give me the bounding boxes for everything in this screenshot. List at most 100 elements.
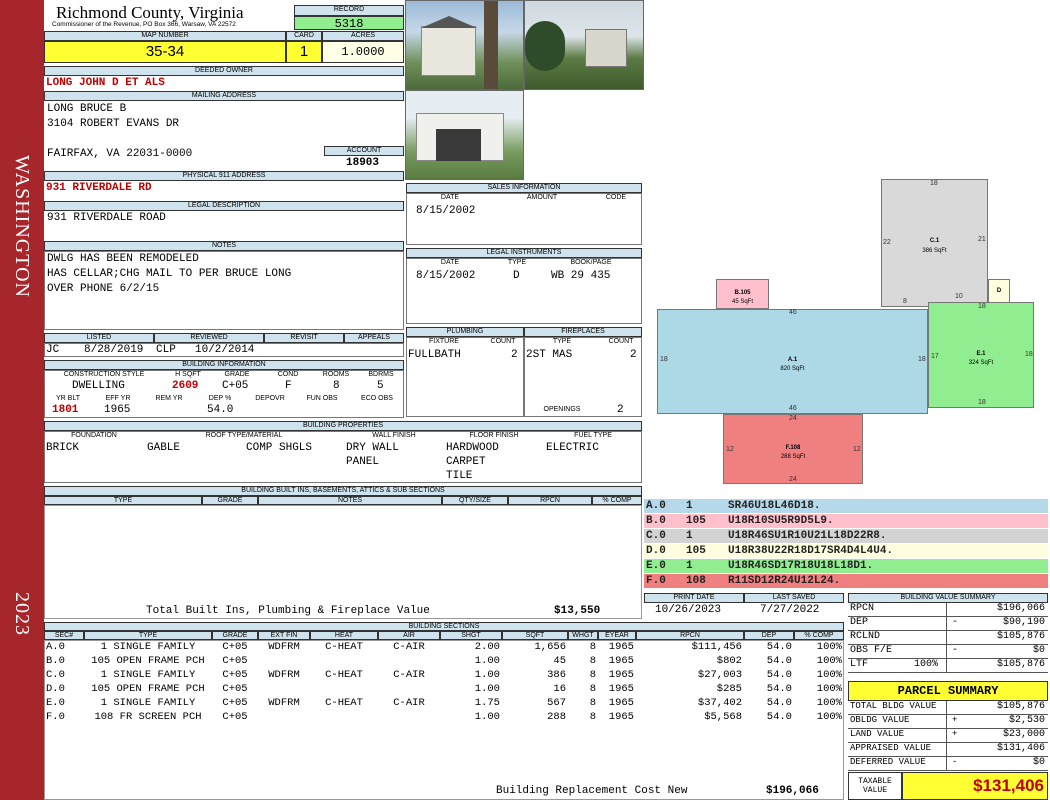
deeded-owner: LONG JOHN D ET ALS — [46, 77, 165, 89]
mail-line-2: 3104 ROBERT EVANS DR — [47, 118, 180, 130]
bi-type-header: TYPE — [44, 496, 202, 505]
parcel-appraised: $131,406 — [996, 743, 1045, 754]
bvs-dep-row: DEP - $90,190 — [848, 617, 1048, 631]
dim-label: 22 — [883, 239, 891, 246]
sales-label: SALES INFORMATION — [406, 183, 642, 193]
record-number: 5318 — [294, 16, 404, 31]
dim-label: 18 — [978, 399, 986, 406]
parcel-tbv: $105,876 — [996, 701, 1045, 712]
account-label: ACCOUNT — [324, 146, 404, 156]
plumbing-box — [406, 337, 524, 417]
building-properties-label: BUILDING PROPERTIES — [44, 421, 642, 431]
fireplaces-box — [524, 337, 642, 417]
vector-path: U18R46SD17R18U18L18D1. — [728, 560, 874, 572]
notes-box — [44, 251, 404, 330]
parcel-land-row: LAND VALUE + $23,000 — [848, 729, 1048, 743]
dim-label: 18 — [930, 180, 938, 187]
taxable-label-box: TAXABLE VALUE — [848, 772, 902, 800]
plumbing-label: PLUMBING — [406, 327, 524, 337]
builtins-box — [44, 505, 642, 619]
sections-col-header: GRADE — [212, 631, 258, 640]
listed-label: LISTED — [44, 333, 154, 343]
sketch-b-label: B.105 — [734, 290, 751, 296]
mail-line-1: LONG BRUCE B — [47, 103, 127, 115]
sketch-f-label: F.108 — [785, 445, 801, 451]
parcel-deferred-row: DEFERRED VALUE - $0 — [848, 757, 1048, 771]
sections-col-header: SQFT — [502, 631, 568, 640]
parcel-appraised-label: APPRAISED VALUE — [850, 743, 932, 753]
bvs-obs-label: OBS F/E — [850, 645, 893, 656]
map-label: MAP NUMBER — [44, 31, 286, 41]
replacement-cost: $196,066 — [766, 785, 819, 797]
parcel-obldg-label: OBLDG VALUE — [850, 715, 910, 725]
vector-id: D.0 — [646, 545, 666, 557]
record-label: RECORD — [294, 5, 404, 16]
vector-code: 108 — [686, 575, 706, 587]
sales-box — [406, 193, 642, 245]
sketch-e-label: E.1 — [976, 351, 986, 357]
card-number: 1 — [286, 41, 322, 63]
replacement-cost-label: Building Replacement Cost New — [496, 785, 688, 797]
sections-box — [44, 640, 844, 800]
sketch-section-c: C.1 386 SqFt — [881, 179, 988, 307]
bi-grade-header: GRADE — [202, 496, 258, 505]
bi-qty-header: QTY/SIZE — [442, 496, 508, 505]
notes-label: NOTES — [44, 241, 404, 251]
bvs-obs-row: OBS F/E - $0 — [848, 645, 1048, 659]
acres-value: 1.0000 — [322, 41, 404, 63]
divider — [946, 701, 947, 771]
vector-row: D.0 105 U18R38U22R18D17SR4D4L4U4. — [644, 544, 1048, 558]
dim-label: 12 — [853, 446, 861, 453]
vector-row: B.0 105 U18R10SU5R9D5L9. — [644, 514, 1048, 528]
parcel-obldg: $2,530 — [1008, 715, 1045, 726]
appeals-label: APPEALS — [344, 333, 404, 343]
bi-comp-header: % COMP — [592, 496, 642, 505]
bvs-dep-sign: - — [952, 617, 959, 628]
parcel-land-sign: + — [952, 729, 958, 739]
parcel-tbv-label: TOTAL BLDG VALUE — [850, 701, 937, 711]
print-date: 10/26/2023 — [655, 604, 722, 616]
sections-col-header: SHGT — [440, 631, 502, 640]
vector-code: 1 — [686, 500, 693, 512]
mail-line-3: FAIRFAX, VA 22031-0000 — [47, 148, 193, 160]
vector-path: U18R38U22R18D17SR4D4L4U4. — [728, 545, 894, 557]
sections-col-header: DEP — [744, 631, 794, 640]
vector-path: R11SD12R24U12L24. — [728, 575, 841, 587]
sections-col-header: EYEAR — [598, 631, 636, 640]
dim-label: 18 — [918, 356, 926, 363]
tax-year: 2023 — [11, 592, 33, 636]
properties-box — [44, 431, 642, 483]
sections-col-header: WHGT — [568, 631, 598, 640]
sections-col-header: EXT FIN — [258, 631, 310, 640]
vector-code: 1 — [686, 560, 693, 572]
sketch-a-label: A.1 — [787, 357, 798, 363]
building-sections-label: BUILDING SECTIONS — [44, 622, 844, 631]
dim-label: 18 — [978, 303, 986, 310]
bvs-rpcn-row: RPCN $196,066 — [848, 603, 1048, 617]
dim-label: 18 — [1025, 351, 1033, 358]
bi-notes-header: NOTES — [258, 496, 442, 505]
dim-label: 24 — [789, 415, 797, 422]
review-box — [44, 343, 404, 357]
bvs-rpcn: $196,066 — [996, 603, 1045, 614]
deeded-owner-label: DEEDED OWNER — [44, 66, 404, 76]
vector-id: C.0 — [646, 530, 666, 542]
physical-address: 931 RIVERDALE RD — [46, 182, 152, 194]
bvs-rclnd-row: RCLND $105,876 — [848, 631, 1048, 645]
last-saved-label: LAST SAVED — [744, 593, 844, 603]
vector-id: B.0 — [646, 515, 666, 527]
legal-description: 931 RIVERDALE ROAD — [47, 212, 166, 224]
vector-path: SR46U18L46D18. — [728, 500, 821, 512]
vector-code: 1 — [686, 530, 693, 542]
acres-label: ACRES — [322, 31, 404, 41]
bvs-obs-sign: - — [952, 645, 959, 656]
dim-label: 17 — [931, 353, 939, 360]
sketch-c-label: C.1 — [929, 238, 940, 244]
commissioner-address: Commissioner of the Revenue, PO Box 366,… — [52, 21, 236, 28]
revisit-label: REVISIT — [264, 333, 344, 343]
builtins-total: $13,550 — [554, 605, 601, 617]
sketch-a-area: 820 SqFt — [780, 366, 805, 372]
vector-row: F.0 108 R11SD12R24U12L24. — [644, 574, 1048, 588]
vector-row: C.0 1 U18R46SU1R10U21L18D22R8. — [644, 529, 1048, 543]
vector-path: U18R10SU5R9D5L9. — [728, 515, 834, 527]
